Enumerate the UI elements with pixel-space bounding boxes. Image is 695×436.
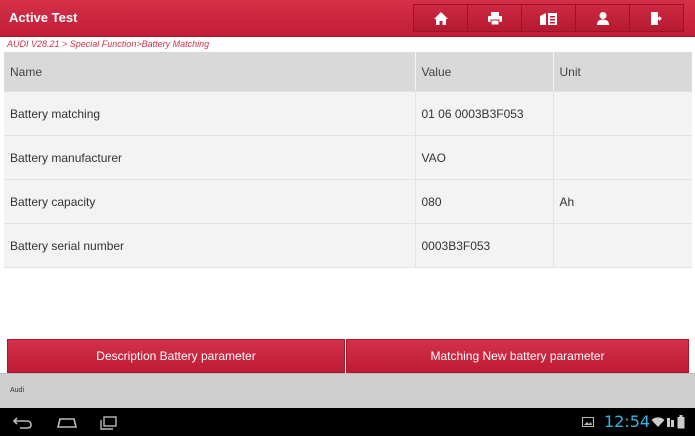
recent-apps-button[interactable] xyxy=(98,414,120,430)
signal-icon xyxy=(667,418,674,427)
cell-unit xyxy=(553,223,692,268)
parameter-table: Name Value Unit Battery matching 01 06 0… xyxy=(4,52,692,268)
table-header-row: Name Value Unit xyxy=(4,52,692,92)
back-button[interactable] xyxy=(12,414,34,430)
header-bar: Active Test xyxy=(0,0,695,37)
cell-value: 01 06 0003B3F053 xyxy=(415,91,554,136)
cell-value: 080 xyxy=(415,179,554,224)
table-row[interactable]: Battery manufacturer VAO xyxy=(4,135,692,180)
print-icon xyxy=(487,11,502,25)
wifi-icon xyxy=(651,417,665,427)
cell-name: Battery manufacturer xyxy=(4,135,416,180)
cell-unit: Ah xyxy=(553,179,692,224)
cell-value: VAO xyxy=(415,135,554,180)
battery-indicator xyxy=(677,415,685,429)
signal-indicator xyxy=(666,416,676,428)
user-button[interactable] xyxy=(575,4,630,32)
column-header-name: Name xyxy=(4,52,416,92)
cell-name: Battery serial number xyxy=(4,223,416,268)
vehicle-status: Audi xyxy=(10,387,25,394)
description-button[interactable]: Description Battery parameter xyxy=(7,339,345,373)
home-icon xyxy=(433,11,448,25)
battery-icon xyxy=(677,415,685,429)
report-button[interactable] xyxy=(521,4,576,32)
home-nav-icon xyxy=(56,418,78,428)
status-strip: Audi xyxy=(0,373,695,409)
table-row[interactable]: Battery matching 01 06 0003B3F053 xyxy=(4,91,692,136)
app-title: Active Test xyxy=(9,10,78,25)
cell-unit xyxy=(553,135,692,180)
back-icon xyxy=(12,417,32,429)
user-icon xyxy=(596,11,609,25)
system-navigation-bar: 12:54 xyxy=(0,408,695,436)
table-row[interactable]: Battery capacity 080 Ah xyxy=(4,179,692,224)
column-header-unit: Unit xyxy=(553,52,692,92)
exit-button[interactable] xyxy=(629,4,684,32)
breadcrumb: AUDI V28.21 > Special Function>Battery M… xyxy=(7,39,210,49)
column-header-value: Value xyxy=(415,52,554,92)
cell-unit xyxy=(553,91,692,136)
recent-apps-icon xyxy=(100,416,117,430)
table-row[interactable]: Battery serial number 0003B3F053 xyxy=(4,223,692,268)
cell-name: Battery matching xyxy=(4,91,416,136)
image-icon xyxy=(582,417,594,427)
screenshot-notification[interactable] xyxy=(582,417,594,427)
active-test-screen: Active Test AUDI V28.21 > Special Functi… xyxy=(0,0,695,436)
cell-name: Battery capacity xyxy=(4,179,416,224)
print-button[interactable] xyxy=(467,4,522,32)
home-button[interactable] xyxy=(413,4,468,32)
exit-icon xyxy=(650,11,662,25)
clock: 12:54 xyxy=(604,412,651,431)
cell-value: 0003B3F053 xyxy=(415,223,554,268)
matching-button[interactable]: Matching New battery parameter xyxy=(346,339,689,373)
home-nav-button[interactable] xyxy=(55,414,79,430)
wifi-indicator xyxy=(651,416,665,428)
report-icon xyxy=(539,12,557,25)
